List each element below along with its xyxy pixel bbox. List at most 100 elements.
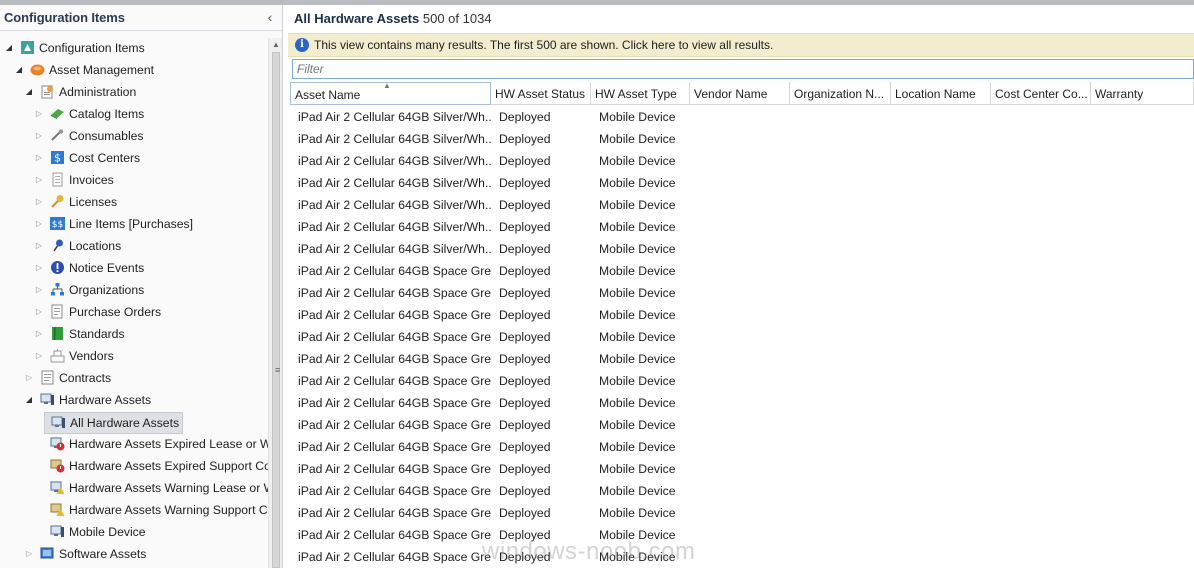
tree-item[interactable]: ▷ Vendors xyxy=(34,346,114,366)
tree-item[interactable]: Hardware Assets Warning Lease or W xyxy=(34,478,268,498)
tree-item[interactable]: ▷ Standards xyxy=(34,324,125,344)
tree-item[interactable]: Hardware Assets Expired Support Co xyxy=(34,456,268,476)
tree-item[interactable]: ▷ Notice Events xyxy=(34,258,144,278)
tree-item[interactable]: ▷ Invoices xyxy=(34,170,114,190)
collapsed-arrow-icon[interactable]: ▷ xyxy=(34,192,44,212)
table-row[interactable]: iPad Air 2 Cellular 64GB Space Grey Deplo… xyxy=(290,436,1194,458)
tree-item[interactable]: ▷ Purchase Orders xyxy=(34,302,161,322)
tree-item-content[interactable]: Licenses xyxy=(44,195,117,209)
collapsed-arrow-icon[interactable]: ▷ xyxy=(34,104,44,124)
table-row[interactable]: iPad Air 2 Cellular 64GB Space Grey Deplo… xyxy=(290,524,1194,546)
navigation-tree-scrollbar[interactable]: ▲ ≡ xyxy=(268,38,282,568)
column-header[interactable]: HW Asset Status xyxy=(491,82,591,105)
collapsed-arrow-icon[interactable]: ▷ xyxy=(34,126,44,146)
table-row[interactable]: iPad Air 2 Cellular 64GB Space Grey Deplo… xyxy=(290,326,1194,348)
collapsed-arrow-icon[interactable]: ▷ xyxy=(24,368,34,388)
collapsed-arrow-icon[interactable]: ▷ xyxy=(34,258,44,278)
tree-item-content[interactable]: Contracts xyxy=(34,370,111,385)
tree-item[interactable]: Hardware Assets Expired Lease or W xyxy=(34,434,268,454)
table-row[interactable]: iPad Air 2 Cellular 64GB Space Grey Deplo… xyxy=(290,260,1194,282)
tree-item-content[interactable]: Hardware Assets Expired Lease or W xyxy=(44,437,268,451)
column-header[interactable]: Warranty xyxy=(1091,82,1194,105)
collapsed-arrow-icon[interactable]: ▷ xyxy=(34,148,44,168)
table-row[interactable]: iPad Air 2 Cellular 64GB Space Grey Deplo… xyxy=(290,502,1194,524)
tree-item[interactable]: Mobile Device xyxy=(34,522,146,542)
tree-item[interactable]: ◢ Hardware Assets xyxy=(24,390,151,410)
tree-item-content[interactable]: Hardware Assets Warning Support C xyxy=(44,503,268,517)
column-header[interactable]: Location Name xyxy=(891,82,991,105)
table-row[interactable]: iPad Air 2 Cellular 64GB Space Grey Deplo… xyxy=(290,370,1194,392)
column-header[interactable]: HW Asset Type xyxy=(591,82,690,105)
collapsed-arrow-icon[interactable]: ▷ xyxy=(34,280,44,300)
collapsed-arrow-icon[interactable]: ▷ xyxy=(34,170,44,190)
tree-item-content[interactable]: Consumables xyxy=(44,129,144,143)
table-row[interactable]: iPad Air 2 Cellular 64GB Space Grey Deplo… xyxy=(290,348,1194,370)
tree-item[interactable]: ◢ Configuration Items xyxy=(4,38,145,58)
tree-item[interactable]: ▷ $ Cost Centers xyxy=(34,148,140,168)
tree-item-content[interactable]: Hardware Assets Expired Support Co xyxy=(44,459,268,473)
table-row[interactable]: iPad Air 2 Cellular 64GB Space Grey Deplo… xyxy=(290,480,1194,502)
tree-item-content[interactable]: Standards xyxy=(44,327,125,341)
tree-item-content[interactable]: Mobile Device xyxy=(44,525,146,539)
table-row[interactable]: iPad Air 2 Cellular 64GB Silver/Wh... Dep… xyxy=(290,194,1194,216)
column-header[interactable]: Organization N... xyxy=(790,82,891,105)
table-row[interactable]: iPad Air 2 Cellular 64GB Silver/Wh... Dep… xyxy=(290,106,1194,128)
tree-item-content[interactable]: Configuration Items xyxy=(14,41,145,55)
tree-item[interactable]: ▷ $$ Line Items [Purchases] xyxy=(34,214,193,234)
collapsed-arrow-icon[interactable]: ▷ xyxy=(34,324,44,344)
tree-item-content[interactable]: Administration xyxy=(34,85,136,99)
tree-item[interactable]: ▷ Licenses xyxy=(34,192,117,212)
tree-item-content[interactable]: Vendors xyxy=(44,349,114,363)
tree-item-content[interactable]: Invoices xyxy=(44,172,114,187)
expanded-arrow-icon[interactable]: ◢ xyxy=(14,60,24,80)
tree-item[interactable]: ◢ Asset Management xyxy=(14,60,154,80)
tree-item-content[interactable]: Catalog Items xyxy=(44,107,144,121)
tree-item[interactable]: Hardware Assets Warning Support C xyxy=(34,500,268,520)
collapsed-arrow-icon[interactable]: ▷ xyxy=(34,346,44,366)
tree-item[interactable]: ▷ Catalog Items xyxy=(34,104,144,124)
table-row[interactable]: iPad Air 2 Cellular 64GB Space Grey Deplo… xyxy=(290,282,1194,304)
table-row[interactable]: iPad Air 2 Cellular 64GB Silver/Wh... Dep… xyxy=(290,172,1194,194)
scroll-up-arrow-icon[interactable]: ▲ xyxy=(272,40,280,49)
tree-item[interactable]: ◢ Administration xyxy=(24,82,136,102)
table-row[interactable]: iPad Air 2 Cellular 64GB Space Grey Deplo… xyxy=(290,392,1194,414)
table-row[interactable]: iPad Air 2 Cellular 64GB Space Grey Deplo… xyxy=(290,546,1194,568)
table-row[interactable]: iPad Air 2 Cellular 64GB Space Grey Deplo… xyxy=(290,304,1194,326)
table-row[interactable]: iPad Air 2 Cellular 64GB Silver/Wh... Dep… xyxy=(290,216,1194,238)
tree-item-content[interactable]: Asset Management xyxy=(24,63,154,77)
selected-highlight[interactable]: All Hardware Assets xyxy=(44,412,184,434)
filter-input[interactable] xyxy=(292,59,1194,79)
tree-item-content[interactable]: Purchase Orders xyxy=(44,304,161,319)
scrollbar-thumb[interactable]: ≡ xyxy=(272,52,280,568)
collapsed-arrow-icon[interactable]: ▷ xyxy=(24,544,34,564)
column-header[interactable]: Vendor Name xyxy=(690,82,790,105)
tree-item[interactable]: ▷ Consumables xyxy=(34,126,144,146)
tree-item-content[interactable]: Notice Events xyxy=(44,261,144,275)
collapsed-arrow-icon[interactable]: ▷ xyxy=(34,214,44,234)
tree-item[interactable]: ▷ Software Assets xyxy=(24,544,146,564)
tree-item[interactable]: ▷ Locations xyxy=(34,236,121,256)
collapsed-arrow-icon[interactable]: ▷ xyxy=(34,302,44,322)
table-row[interactable]: iPad Air 2 Cellular 64GB Space Grey Deplo… xyxy=(290,458,1194,480)
table-row[interactable]: iPad Air 2 Cellular 64GB Silver/Wh... Dep… xyxy=(290,150,1194,172)
tree-item[interactable]: All Hardware Assets xyxy=(34,412,184,434)
column-header[interactable]: Asset Name ▲ xyxy=(290,81,491,105)
tree-item[interactable]: ▷ Organizations xyxy=(34,280,144,300)
results-notice-bar[interactable]: i This view contains many results. The f… xyxy=(288,33,1194,57)
tree-item[interactable]: ▷ Contracts xyxy=(24,368,111,388)
table-row[interactable]: iPad Air 2 Cellular 64GB Space Grey Deplo… xyxy=(290,414,1194,436)
tree-item-content[interactable]: Hardware Assets xyxy=(34,393,151,407)
tree-item-content[interactable]: Locations xyxy=(44,239,121,253)
table-row[interactable]: iPad Air 2 Cellular 64GB Silver/Wh... Dep… xyxy=(290,238,1194,260)
tree-item-content[interactable]: $$ Line Items [Purchases] xyxy=(44,217,193,231)
tree-item-content[interactable]: Hardware Assets Warning Lease or W xyxy=(44,481,268,495)
tree-item-content[interactable]: Organizations xyxy=(44,283,144,297)
table-row[interactable]: iPad Air 2 Cellular 64GB Silver/Wh... Dep… xyxy=(290,128,1194,150)
results-notice-text[interactable]: This view contains many results. The fir… xyxy=(314,38,773,52)
column-header[interactable]: Cost Center Co... xyxy=(991,82,1091,105)
expanded-arrow-icon[interactable]: ◢ xyxy=(4,38,14,58)
tree-item-content[interactable]: Software Assets xyxy=(34,547,146,561)
collapse-pane-button[interactable]: ‹ xyxy=(262,8,278,26)
tree-item-content[interactable]: $ Cost Centers xyxy=(44,151,140,165)
expanded-arrow-icon[interactable]: ◢ xyxy=(24,390,34,410)
